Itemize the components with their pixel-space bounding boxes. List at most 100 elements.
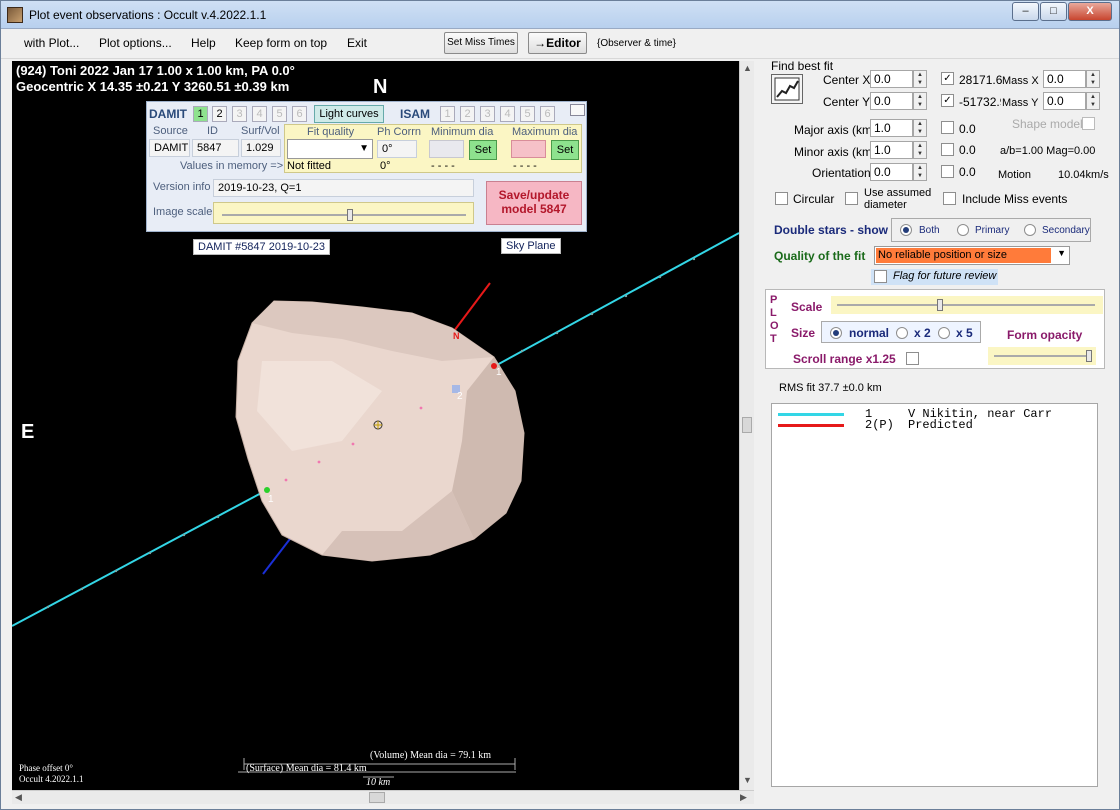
- editor-button[interactable]: →Editor: [528, 32, 587, 54]
- orientation-spinner[interactable]: ▲ ▼: [913, 163, 927, 181]
- phase-offset-label: Phase offset 0°: [19, 763, 73, 773]
- scroll-left-arrow[interactable]: ◀: [15, 792, 22, 803]
- scroll-down-arrow[interactable]: ▼: [743, 775, 752, 785]
- panel-collapse-button[interactable]: [570, 104, 585, 116]
- orientation-fit-checkbox[interactable]: [941, 165, 954, 178]
- mass-x-input[interactable]: 0.0: [1043, 70, 1086, 88]
- use-assumed-checkbox[interactable]: [845, 192, 858, 205]
- flag-review-checkbox[interactable]: [874, 270, 887, 283]
- circular-checkbox[interactable]: [775, 192, 788, 205]
- damit-model-1[interactable]: 1: [193, 106, 208, 122]
- both-label: Both: [919, 225, 940, 236]
- major-axis-spinner[interactable]: ▲ ▼: [913, 119, 927, 137]
- mass-x-spinner[interactable]: ▲ ▼: [1086, 70, 1100, 88]
- isam-model-2[interactable]: 2: [460, 106, 475, 122]
- minimize-button[interactable]: –: [1012, 2, 1039, 21]
- center-y-spinner[interactable]: ▲ ▼: [913, 92, 927, 110]
- damit-model-5[interactable]: 5: [272, 106, 287, 122]
- menu-help[interactable]: Help: [191, 36, 216, 50]
- center-x-input[interactable]: 0.0: [870, 70, 913, 88]
- form-opacity-slider[interactable]: [988, 347, 1096, 365]
- ph-corr-header: Ph Corrn: [377, 126, 422, 138]
- plot-vertical-p: P: [770, 294, 778, 306]
- radio-both[interactable]: [900, 224, 912, 236]
- vertical-scroll-thumb[interactable]: [742, 417, 752, 433]
- max-dia-field[interactable]: [511, 140, 546, 158]
- minor-axis-fit: 0.0: [959, 143, 976, 157]
- not-fitted-label: Not fitted: [287, 160, 332, 172]
- radio-size-normal[interactable]: [830, 327, 842, 339]
- version-label: Occult 4.2022.1.1: [19, 774, 84, 784]
- isam-model-4[interactable]: 4: [500, 106, 515, 122]
- menu-keep-on-top[interactable]: Keep form on top: [235, 36, 327, 50]
- image-scale-slider[interactable]: [213, 202, 474, 224]
- secondary-label: Secondary: [1042, 225, 1090, 236]
- damit-model-2[interactable]: 2: [212, 106, 227, 122]
- scroll-right-arrow[interactable]: ▶: [740, 792, 747, 803]
- shape-model-checkbox[interactable]: [1082, 117, 1095, 130]
- isam-model-5[interactable]: 5: [520, 106, 535, 122]
- menu-with-plot[interactable]: with Plot...: [24, 36, 79, 50]
- scale-slider[interactable]: [831, 296, 1103, 314]
- isam-label: ISAM: [400, 107, 430, 121]
- mass-y-label: Mass Y: [1002, 97, 1039, 109]
- center-y-label: Center Y: [823, 95, 871, 109]
- set-miss-times-button[interactable]: Set Miss Times: [444, 32, 518, 54]
- close-button[interactable]: X: [1068, 2, 1112, 21]
- fit-x-value: 28171.6: [959, 73, 1003, 87]
- minor-axis-fit-checkbox[interactable]: [941, 143, 954, 156]
- fit-controls-panel: Find best fit Center X 0.0 ▲ ▼ ✓ 28171.6 …: [761, 59, 1113, 791]
- quality-dropdown[interactable]: No reliable position or size ▼: [874, 246, 1070, 265]
- min-dia-field[interactable]: [429, 140, 464, 158]
- version-info-field: 2019-10-23, Q=1: [213, 179, 474, 197]
- min-dia-set-button[interactable]: Set: [469, 140, 497, 160]
- scroll-up-arrow[interactable]: ▲: [743, 63, 752, 73]
- orientation-input[interactable]: 0.0: [870, 163, 913, 181]
- center-x-fit-checkbox[interactable]: ✓: [941, 72, 954, 85]
- fit-quality-dropdown[interactable]: ▼: [287, 139, 373, 159]
- size-x2-label: x 2: [914, 326, 931, 340]
- scroll-range-checkbox[interactable]: [906, 352, 919, 365]
- light-curves-button[interactable]: Light curves: [314, 105, 384, 123]
- menu-exit[interactable]: Exit: [347, 36, 367, 50]
- image-scale-thumb[interactable]: [347, 209, 353, 221]
- motion-label: Motion: [998, 169, 1032, 181]
- best-fit-icon[interactable]: [771, 74, 803, 104]
- damit-model-3[interactable]: 3: [232, 106, 247, 122]
- plot-vertical-scrollbar[interactable]: ▲ ▼: [739, 61, 754, 790]
- radio-primary[interactable]: [957, 224, 969, 236]
- radio-size-x2[interactable]: [896, 327, 908, 339]
- horizontal-scroll-thumb[interactable]: [369, 792, 385, 803]
- minor-axis-input[interactable]: 1.0: [870, 141, 913, 159]
- form-opacity-thumb[interactable]: [1086, 350, 1092, 362]
- center-y-input[interactable]: 0.0: [870, 92, 913, 110]
- isam-model-3[interactable]: 3: [480, 106, 495, 122]
- mass-y-input[interactable]: 0.0: [1043, 92, 1086, 110]
- damit-model-6[interactable]: 6: [292, 106, 307, 122]
- isam-model-1[interactable]: 1: [440, 106, 455, 122]
- orientation-label: Orientation: [812, 166, 871, 180]
- shape-model-label: Shape model: [1012, 117, 1083, 131]
- scale-thumb[interactable]: [937, 299, 943, 311]
- volume-dia-label: (Volume) Mean dia = 79.1 km: [370, 750, 491, 761]
- save-update-model-button[interactable]: Save/update model 5847: [486, 181, 582, 225]
- plot-horizontal-scrollbar[interactable]: ◀ ▶: [12, 790, 754, 804]
- chord-label-1-entry: 1: [268, 494, 274, 505]
- fit-panel: Fit quality Ph Corrn Minimum dia Maximum…: [284, 124, 582, 173]
- center-y-fit-checkbox[interactable]: ✓: [941, 94, 954, 107]
- south-pole-line: [262, 534, 294, 575]
- minor-axis-spinner[interactable]: ▲ ▼: [913, 141, 927, 159]
- include-miss-checkbox[interactable]: [943, 192, 956, 205]
- menu-plot-options[interactable]: Plot options...: [99, 36, 172, 50]
- max-dia-set-button[interactable]: Set: [551, 140, 579, 160]
- major-axis-fit-checkbox[interactable]: [941, 121, 954, 134]
- damit-model-4[interactable]: 4: [252, 106, 267, 122]
- major-axis-input[interactable]: 1.0: [870, 119, 913, 137]
- maximize-button[interactable]: □: [1040, 2, 1067, 21]
- ph-corr-field[interactable]: 0°: [377, 140, 417, 158]
- center-x-spinner[interactable]: ▲ ▼: [913, 70, 927, 88]
- radio-secondary[interactable]: [1024, 224, 1036, 236]
- isam-model-6[interactable]: 6: [540, 106, 555, 122]
- radio-size-x5[interactable]: [938, 327, 950, 339]
- mass-y-spinner[interactable]: ▲ ▼: [1086, 92, 1100, 110]
